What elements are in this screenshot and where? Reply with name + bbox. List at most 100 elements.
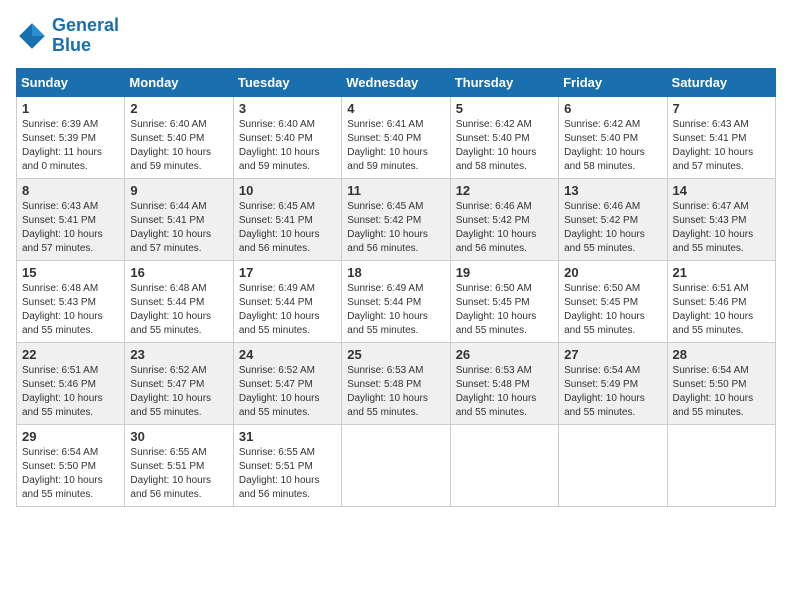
day-info: Sunrise: 6:54 AMSunset: 5:50 PMDaylight:… [673, 364, 770, 420]
page-header: General Blue [16, 16, 776, 56]
calendar-cell: 4Sunrise: 6:41 AMSunset: 5:40 PMDaylight… [342, 96, 450, 178]
day-number: 18 [347, 265, 444, 280]
day-number: 10 [239, 183, 336, 198]
day-number: 12 [456, 183, 553, 198]
day-info: Sunrise: 6:55 AMSunset: 5:51 PMDaylight:… [239, 446, 336, 502]
day-number: 13 [564, 183, 661, 198]
day-number: 5 [456, 101, 553, 116]
calendar-cell: 15 Sunrise: 6:48 AMSunset: 5:43 PMDayligh… [17, 260, 125, 342]
day-number: 31 [239, 429, 336, 444]
calendar-week-row: 1 Sunrise: 6:39 AMSunset: 5:39 PMDaylight… [17, 96, 776, 178]
calendar-cell: 23 Sunrise: 6:52 AMSunset: 5:47 PMDayligh… [125, 342, 233, 424]
day-number: 24 [239, 347, 336, 362]
day-header-sunday: Sunday [17, 68, 125, 96]
day-info: Sunrise: 6:40 AMSunset: 5:40 PMDaylight:… [239, 118, 336, 174]
calendar-cell [667, 424, 775, 506]
day-info: Sunrise: 6:48 AMSunset: 5:44 PMDaylight:… [130, 282, 227, 338]
day-header-friday: Friday [559, 68, 667, 96]
day-info: Sunrise: 6:52 AMSunset: 5:47 PMDaylight:… [130, 364, 227, 420]
day-info: Sunrise: 6:39 AMSunset: 5:39 PMDaylight:… [22, 118, 119, 174]
day-info: Sunrise: 6:47 AMSunset: 5:43 PMDaylight:… [673, 200, 770, 256]
calendar-week-row: 8 Sunrise: 6:43 AMSunset: 5:41 PMDaylight… [17, 178, 776, 260]
day-info: Sunrise: 6:42 AMSunset: 5:40 PMDaylight:… [564, 118, 661, 174]
day-number: 3 [239, 101, 336, 116]
calendar-cell: 28 Sunrise: 6:54 AMSunset: 5:50 PMDayligh… [667, 342, 775, 424]
calendar-cell: 20Sunrise: 6:50 AMSunset: 5:45 PMDayligh… [559, 260, 667, 342]
day-number: 20 [564, 265, 661, 280]
calendar-cell [450, 424, 558, 506]
calendar-cell [559, 424, 667, 506]
day-info: Sunrise: 6:43 AMSunset: 5:41 PMDaylight:… [673, 118, 770, 174]
day-info: Sunrise: 6:46 AMSunset: 5:42 PMDaylight:… [564, 200, 661, 256]
day-info: Sunrise: 6:40 AMSunset: 5:40 PMDaylight:… [130, 118, 227, 174]
calendar-cell: 9 Sunrise: 6:44 AMSunset: 5:41 PMDaylight… [125, 178, 233, 260]
day-number: 28 [673, 347, 770, 362]
day-info: Sunrise: 6:46 AMSunset: 5:42 PMDaylight:… [456, 200, 553, 256]
day-number: 14 [673, 183, 770, 198]
calendar-cell: 19 Sunrise: 6:50 AMSunset: 5:45 PMDayligh… [450, 260, 558, 342]
day-number: 21 [673, 265, 770, 280]
day-info: Sunrise: 6:50 AMSunset: 5:45 PMDaylight:… [456, 282, 553, 338]
calendar-header-row: SundayMondayTuesdayWednesdayThursdayFrid… [17, 68, 776, 96]
day-number: 4 [347, 101, 444, 116]
day-number: 16 [130, 265, 227, 280]
day-header-wednesday: Wednesday [342, 68, 450, 96]
day-info: Sunrise: 6:55 AMSunset: 5:51 PMDaylight:… [130, 446, 227, 502]
day-header-monday: Monday [125, 68, 233, 96]
calendar-cell: 1 Sunrise: 6:39 AMSunset: 5:39 PMDaylight… [17, 96, 125, 178]
calendar-cell: 7 Sunrise: 6:43 AMSunset: 5:41 PMDaylight… [667, 96, 775, 178]
logo: General Blue [16, 16, 119, 56]
day-number: 29 [22, 429, 119, 444]
calendar-cell: 16 Sunrise: 6:48 AMSunset: 5:44 PMDayligh… [125, 260, 233, 342]
calendar-cell: 5 Sunrise: 6:42 AMSunset: 5:40 PMDaylight… [450, 96, 558, 178]
calendar-cell: 25 Sunrise: 6:53 AMSunset: 5:48 PMDayligh… [342, 342, 450, 424]
calendar-cell: 14 Sunrise: 6:47 AMSunset: 5:43 PMDayligh… [667, 178, 775, 260]
day-info: Sunrise: 6:49 AMSunset: 5:44 PMDaylight:… [347, 282, 444, 338]
day-number: 15 [22, 265, 119, 280]
calendar-cell: 2Sunrise: 6:40 AMSunset: 5:40 PMDaylight… [125, 96, 233, 178]
calendar-cell: 6 Sunrise: 6:42 AMSunset: 5:40 PMDaylight… [559, 96, 667, 178]
calendar-cell: 31 Sunrise: 6:55 AMSunset: 5:51 PMDayligh… [233, 424, 341, 506]
day-number: 7 [673, 101, 770, 116]
day-info: Sunrise: 6:43 AMSunset: 5:41 PMDaylight:… [22, 200, 119, 256]
day-number: 25 [347, 347, 444, 362]
day-info: Sunrise: 6:45 AMSunset: 5:41 PMDaylight:… [239, 200, 336, 256]
day-number: 8 [22, 183, 119, 198]
calendar-week-row: 29 Sunrise: 6:54 AMSunset: 5:50 PMDayligh… [17, 424, 776, 506]
day-number: 30 [130, 429, 227, 444]
calendar-cell: 3 Sunrise: 6:40 AMSunset: 5:40 PMDaylight… [233, 96, 341, 178]
logo-icon [16, 20, 48, 52]
calendar-cell: 13 Sunrise: 6:46 AMSunset: 5:42 PMDayligh… [559, 178, 667, 260]
day-header-tuesday: Tuesday [233, 68, 341, 96]
day-info: Sunrise: 6:44 AMSunset: 5:41 PMDaylight:… [130, 200, 227, 256]
day-info: Sunrise: 6:54 AMSunset: 5:49 PMDaylight:… [564, 364, 661, 420]
calendar-week-row: 15 Sunrise: 6:48 AMSunset: 5:43 PMDayligh… [17, 260, 776, 342]
day-number: 17 [239, 265, 336, 280]
calendar-cell [342, 424, 450, 506]
day-number: 6 [564, 101, 661, 116]
day-info: Sunrise: 6:48 AMSunset: 5:43 PMDaylight:… [22, 282, 119, 338]
calendar-table: SundayMondayTuesdayWednesdayThursdayFrid… [16, 68, 776, 507]
day-header-saturday: Saturday [667, 68, 775, 96]
day-header-thursday: Thursday [450, 68, 558, 96]
day-info: Sunrise: 6:45 AMSunset: 5:42 PMDaylight:… [347, 200, 444, 256]
calendar-cell: 12 Sunrise: 6:46 AMSunset: 5:42 PMDayligh… [450, 178, 558, 260]
day-number: 9 [130, 183, 227, 198]
day-info: Sunrise: 6:51 AMSunset: 5:46 PMDaylight:… [673, 282, 770, 338]
logo-text: General Blue [52, 16, 119, 56]
day-info: Sunrise: 6:54 AMSunset: 5:50 PMDaylight:… [22, 446, 119, 502]
day-info: Sunrise: 6:49 AMSunset: 5:44 PMDaylight:… [239, 282, 336, 338]
calendar-cell: 27Sunrise: 6:54 AMSunset: 5:49 PMDayligh… [559, 342, 667, 424]
day-number: 19 [456, 265, 553, 280]
calendar-cell: 30 Sunrise: 6:55 AMSunset: 5:51 PMDayligh… [125, 424, 233, 506]
calendar-cell: 11Sunrise: 6:45 AMSunset: 5:42 PMDayligh… [342, 178, 450, 260]
day-number: 1 [22, 101, 119, 116]
day-info: Sunrise: 6:53 AMSunset: 5:48 PMDaylight:… [347, 364, 444, 420]
calendar-cell: 22Sunrise: 6:51 AMSunset: 5:46 PMDayligh… [17, 342, 125, 424]
day-number: 22 [22, 347, 119, 362]
day-number: 26 [456, 347, 553, 362]
day-info: Sunrise: 6:42 AMSunset: 5:40 PMDaylight:… [456, 118, 553, 174]
calendar-week-row: 22Sunrise: 6:51 AMSunset: 5:46 PMDayligh… [17, 342, 776, 424]
day-number: 23 [130, 347, 227, 362]
calendar-cell: 26Sunrise: 6:53 AMSunset: 5:48 PMDayligh… [450, 342, 558, 424]
